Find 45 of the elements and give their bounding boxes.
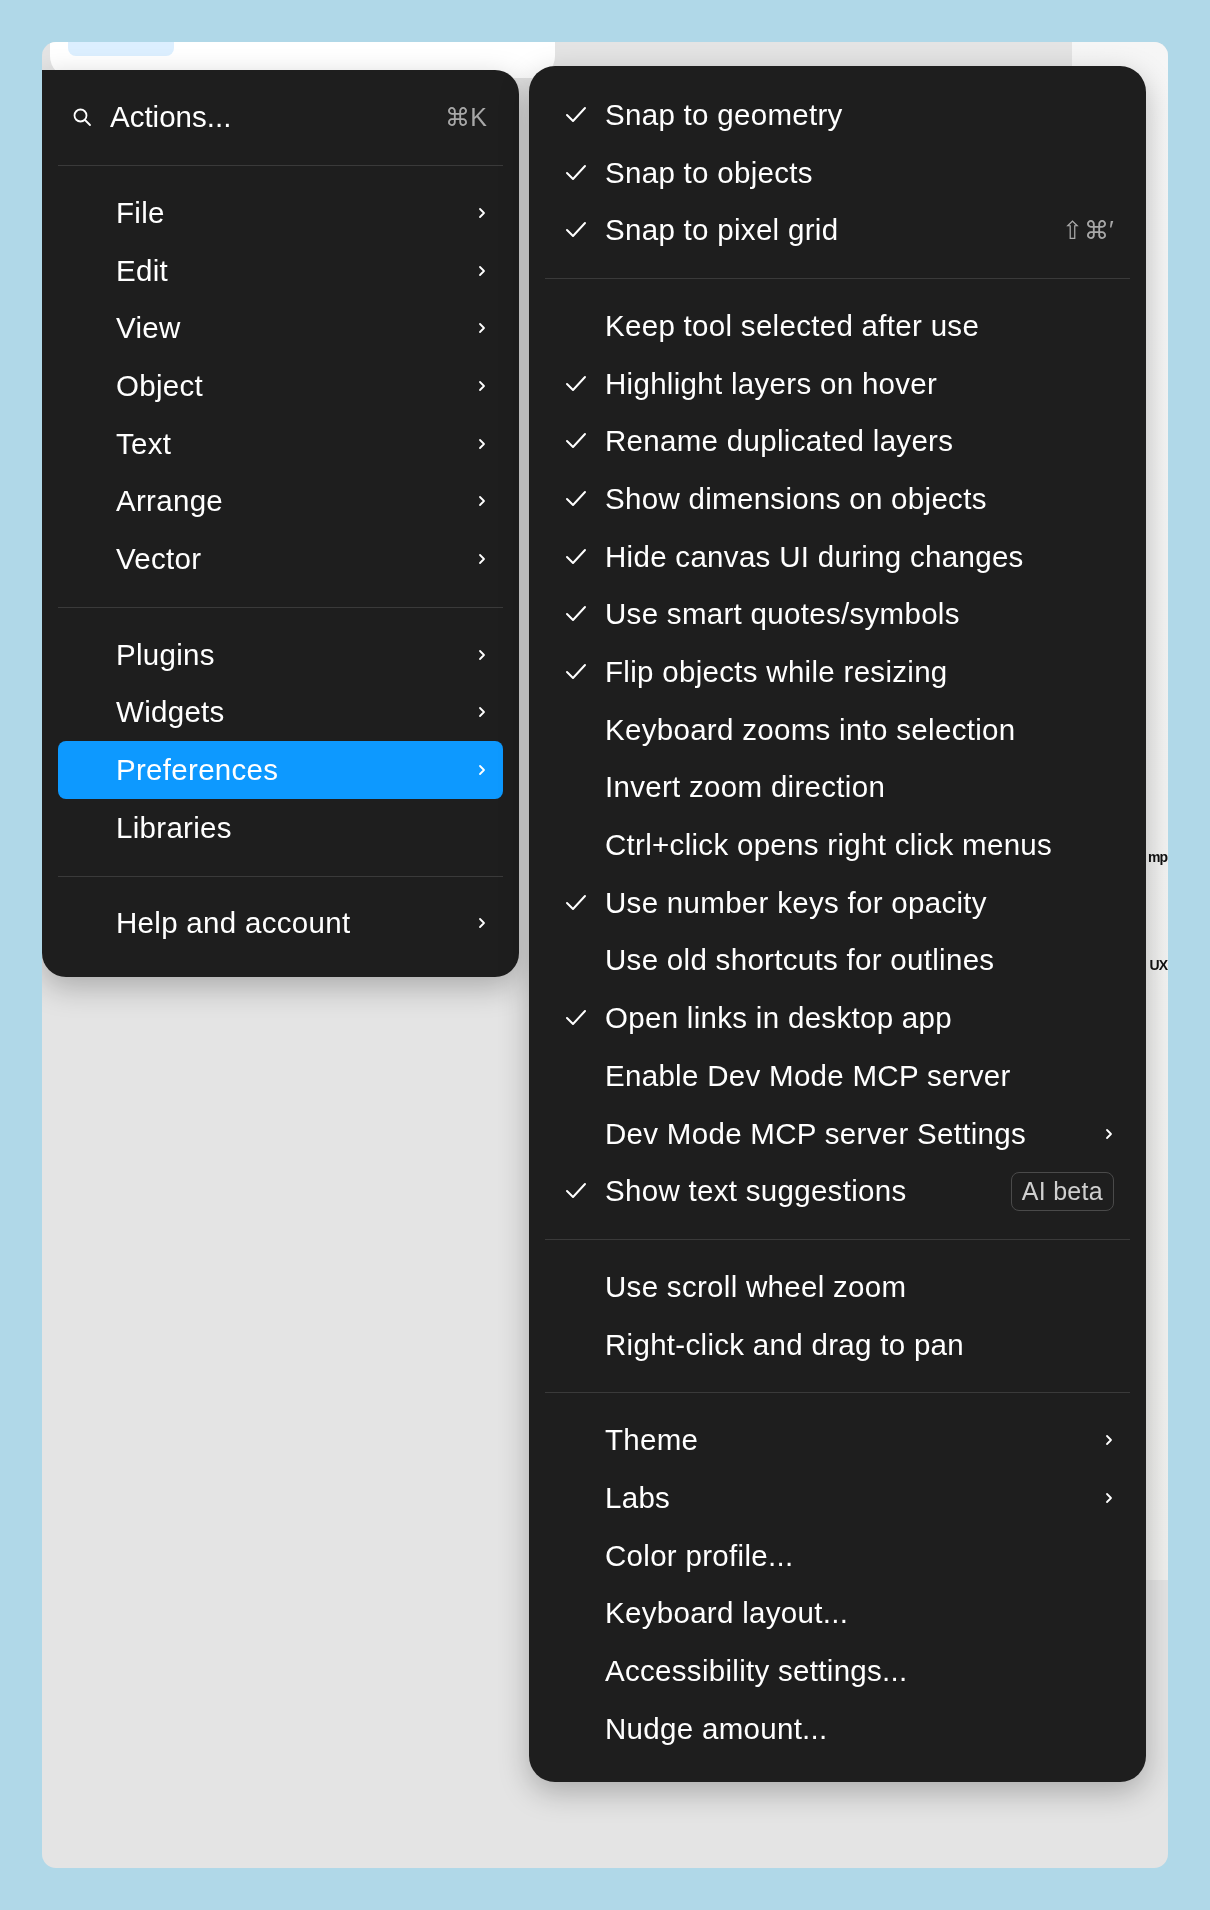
menu-item[interactable]: Show dimensions on objects: [545, 470, 1130, 528]
menu-item[interactable]: Invert zoom direction: [545, 758, 1130, 817]
menu-item[interactable]: Theme: [545, 1411, 1130, 1470]
shortcut-text: ⇧⌘′: [1062, 215, 1114, 245]
menu-item[interactable]: Help and account: [58, 894, 503, 953]
menu-item[interactable]: Use smart quotes/symbols: [545, 585, 1130, 644]
menu-item[interactable]: Snap to geometry: [545, 86, 1130, 144]
menu-item[interactable]: Use scroll wheel zoom: [545, 1258, 1130, 1316]
menu-item[interactable]: Highlight layers on hover: [545, 354, 1130, 413]
menu-item[interactable]: Snap to objects: [545, 143, 1130, 202]
menu-item[interactable]: View: [58, 299, 503, 358]
beta-badge: AI beta: [1010, 1171, 1114, 1211]
menu-item[interactable]: Snap to pixel grid ⇧⌘′: [545, 201, 1130, 260]
menu-item[interactable]: Widgets: [58, 683, 503, 742]
menu-item[interactable]: Object: [58, 357, 503, 415]
menu-item[interactable]: Show text suggestions AI beta: [545, 1162, 1130, 1221]
menu-item[interactable]: Ctrl+click opens right click menus: [545, 816, 1130, 874]
menu-item[interactable]: Keyboard zooms into selection: [545, 700, 1130, 759]
menu-item[interactable]: Libraries: [58, 798, 503, 857]
menu-item[interactable]: Use number keys for opacity: [545, 873, 1130, 932]
menu-item[interactable]: Accessibility settings...: [545, 1642, 1130, 1700]
menu-item[interactable]: Edit: [58, 241, 503, 300]
menu-item[interactable]: Enable Dev Mode MCP server: [545, 1047, 1130, 1105]
menu-item[interactable]: Keep tool selected after use: [545, 297, 1130, 355]
menu-item[interactable]: Rename duplicated layers: [545, 412, 1130, 471]
menu-item[interactable]: Arrange: [58, 472, 503, 531]
panel-text: mp: [1148, 850, 1167, 864]
panel-text: UX: [1149, 958, 1167, 972]
menu-item[interactable]: File: [58, 184, 503, 242]
search-icon: [72, 107, 92, 127]
menu-item[interactable]: Dev Mode MCP server Settings: [545, 1104, 1130, 1163]
menu-item[interactable]: Keyboard layout...: [545, 1584, 1130, 1643]
menu-item[interactable]: Hide canvas UI during changes: [545, 527, 1130, 586]
shortcut-text: ⌘K: [445, 102, 487, 132]
menu-item[interactable]: Color profile...: [545, 1526, 1130, 1585]
menu-item[interactable]: Open links in desktop app: [545, 989, 1130, 1047]
menu-item[interactable]: Flip objects while resizing: [545, 643, 1130, 701]
menu-item[interactable]: Nudge amount...: [545, 1699, 1130, 1758]
menu-item[interactable]: Labs: [545, 1469, 1130, 1527]
menu-item[interactable]: Use old shortcuts for outlines: [545, 931, 1130, 990]
search-field[interactable]: Actions...: [110, 100, 446, 134]
menu-item[interactable]: Right-click and drag to pan: [545, 1315, 1130, 1374]
menu-item[interactable]: Text: [58, 414, 503, 473]
menu-item[interactable]: Vector: [58, 530, 503, 588]
menu-item[interactable]: Plugins: [58, 625, 503, 684]
